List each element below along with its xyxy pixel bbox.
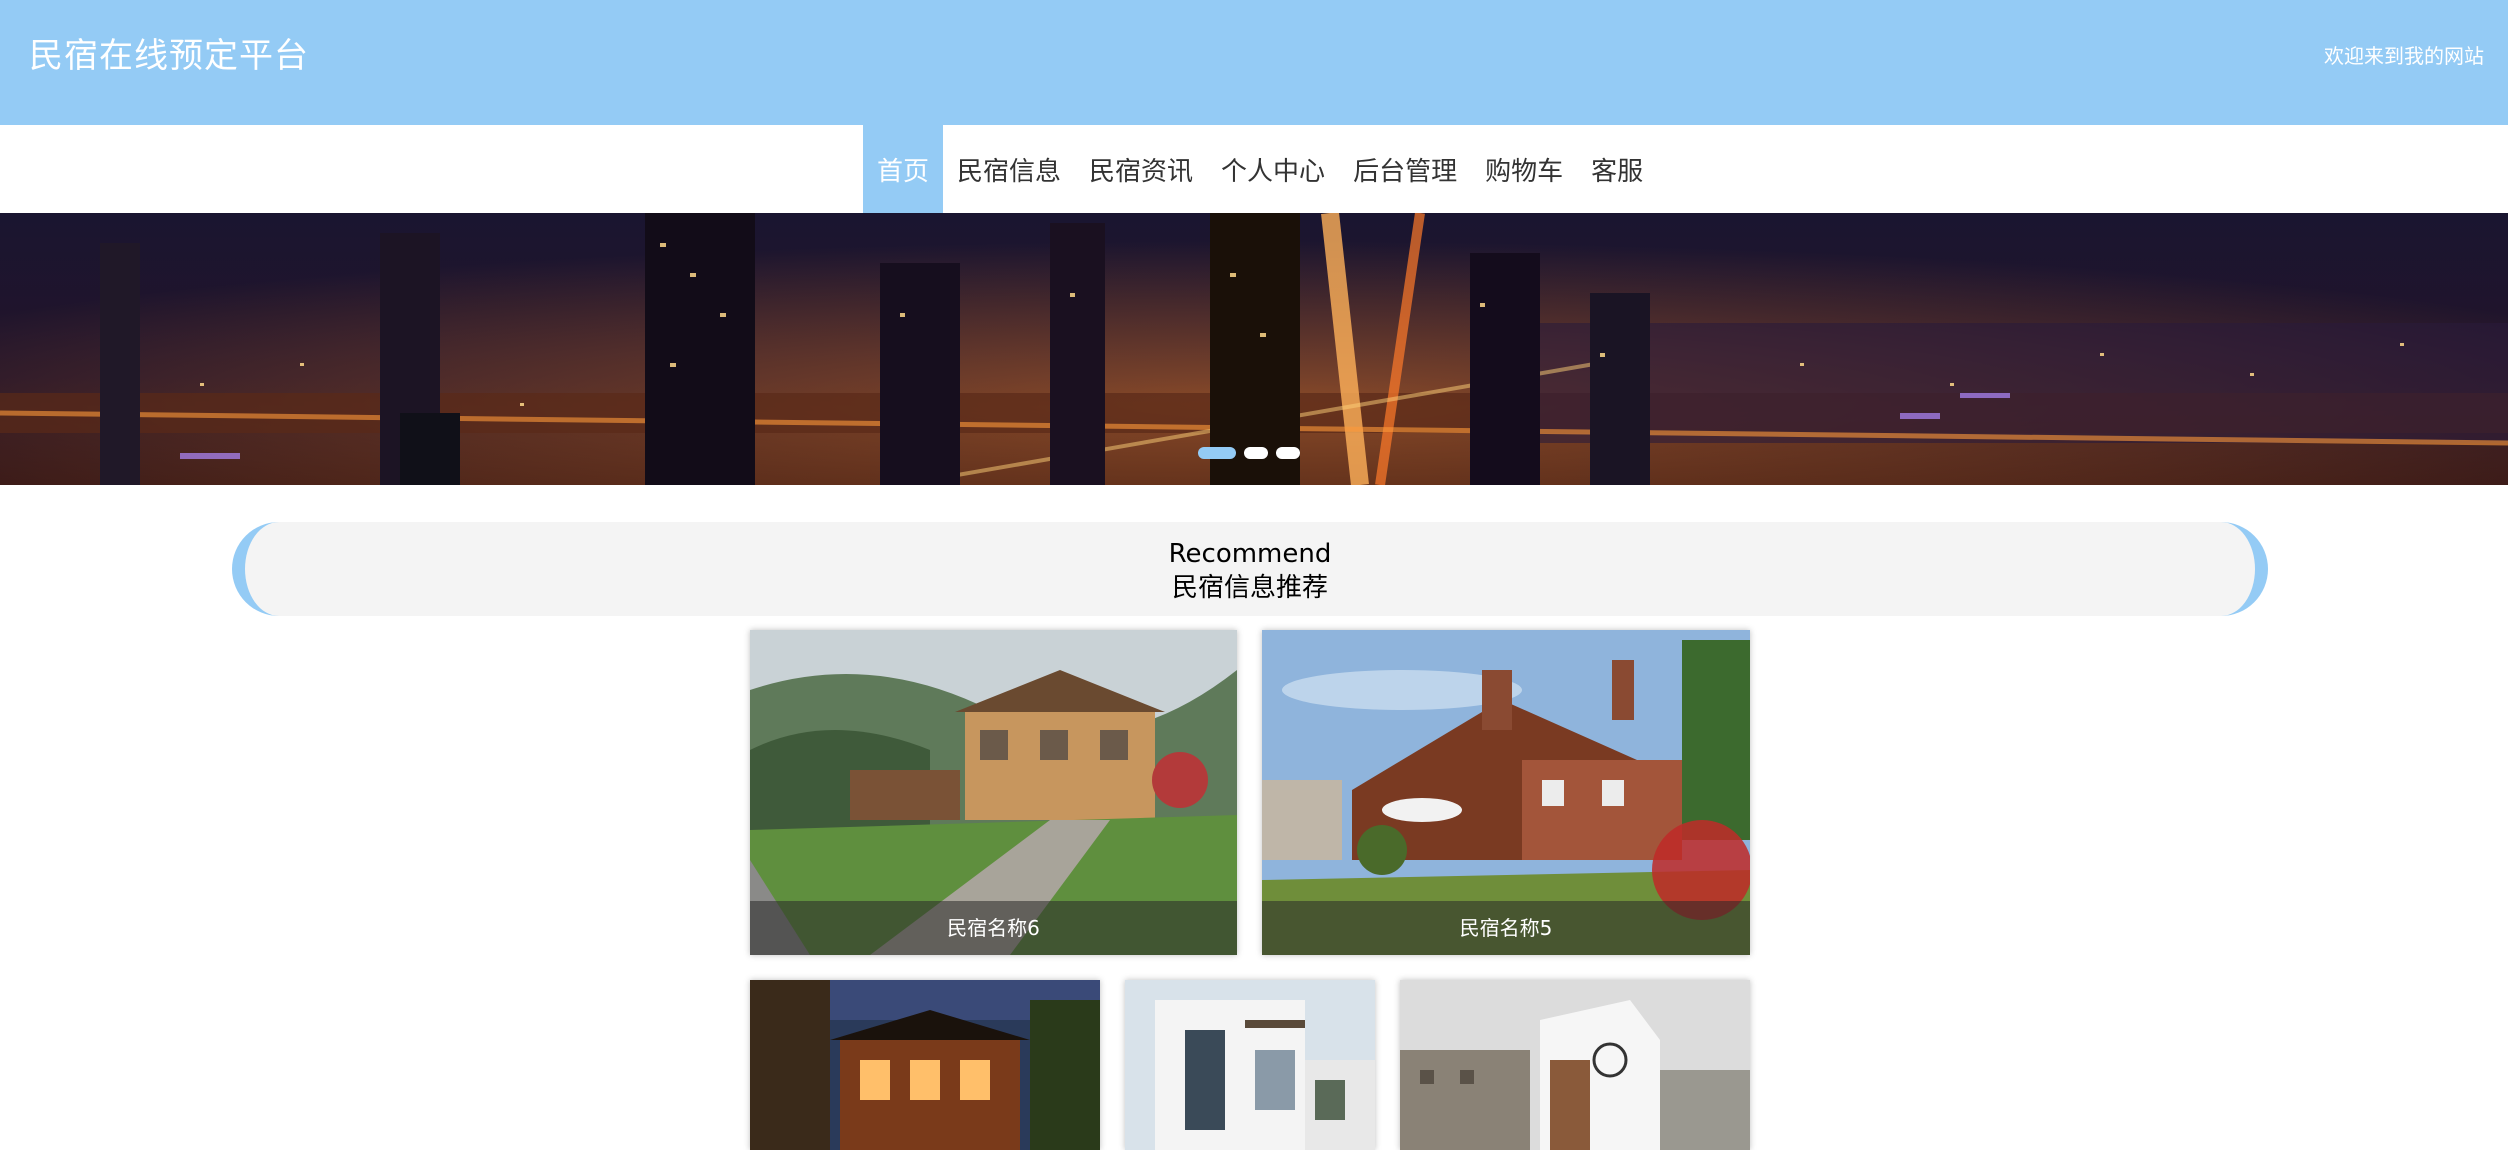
- homestay-name: 民宿名称5: [1262, 901, 1750, 955]
- carousel-dots: [1198, 447, 1300, 459]
- site-title[interactable]: 民宿在线预定平台: [29, 34, 309, 78]
- nav-item-customer-service[interactable]: 客服: [1577, 125, 1657, 213]
- banner-image: [0, 213, 2508, 485]
- nav-item-cart[interactable]: 购物车: [1471, 125, 1577, 213]
- carousel-dot-3[interactable]: [1276, 447, 1300, 459]
- carousel-dot-1[interactable]: [1198, 447, 1236, 459]
- carousel-dot-2[interactable]: [1244, 447, 1268, 459]
- homestay-photo: [1400, 980, 1750, 1150]
- nav-list: 首页 民宿信息 民宿资讯 个人中心 后台管理 购物车 客服: [863, 125, 1657, 213]
- homestay-card[interactable]: [750, 980, 1100, 1150]
- nav-item-admin[interactable]: 后台管理: [1339, 125, 1471, 213]
- homestay-card[interactable]: [1400, 980, 1750, 1150]
- banner-carousel[interactable]: [0, 213, 2508, 485]
- nav-item-homestay-news[interactable]: 民宿资讯: [1075, 125, 1207, 213]
- homestay-photo: [1125, 980, 1375, 1150]
- section-title-cn: 民宿信息推荐: [1171, 573, 1328, 603]
- homestay-card[interactable]: 民宿名称6: [750, 630, 1237, 955]
- welcome-text: 欢迎来到我的网站: [2324, 44, 2484, 68]
- site-header: 民宿在线预定平台 欢迎来到我的网站: [0, 0, 2508, 125]
- nav-item-home[interactable]: 首页: [863, 125, 944, 213]
- homestay-name: 民宿名称6: [750, 901, 1237, 955]
- main-nav: 首页 民宿信息 民宿资讯 个人中心 后台管理 购物车 客服: [0, 125, 2508, 213]
- nav-item-homestay-info[interactable]: 民宿信息: [943, 125, 1075, 213]
- homestay-card[interactable]: 民宿名称5: [1262, 630, 1750, 955]
- homestay-photo: [750, 980, 1100, 1150]
- nav-item-personal-center[interactable]: 个人中心: [1207, 125, 1339, 213]
- homestay-card[interactable]: [1125, 980, 1375, 1150]
- section-title-en: Recommend: [1168, 539, 1332, 569]
- recommend-section-heading: Recommend 民宿信息推荐: [232, 522, 2268, 616]
